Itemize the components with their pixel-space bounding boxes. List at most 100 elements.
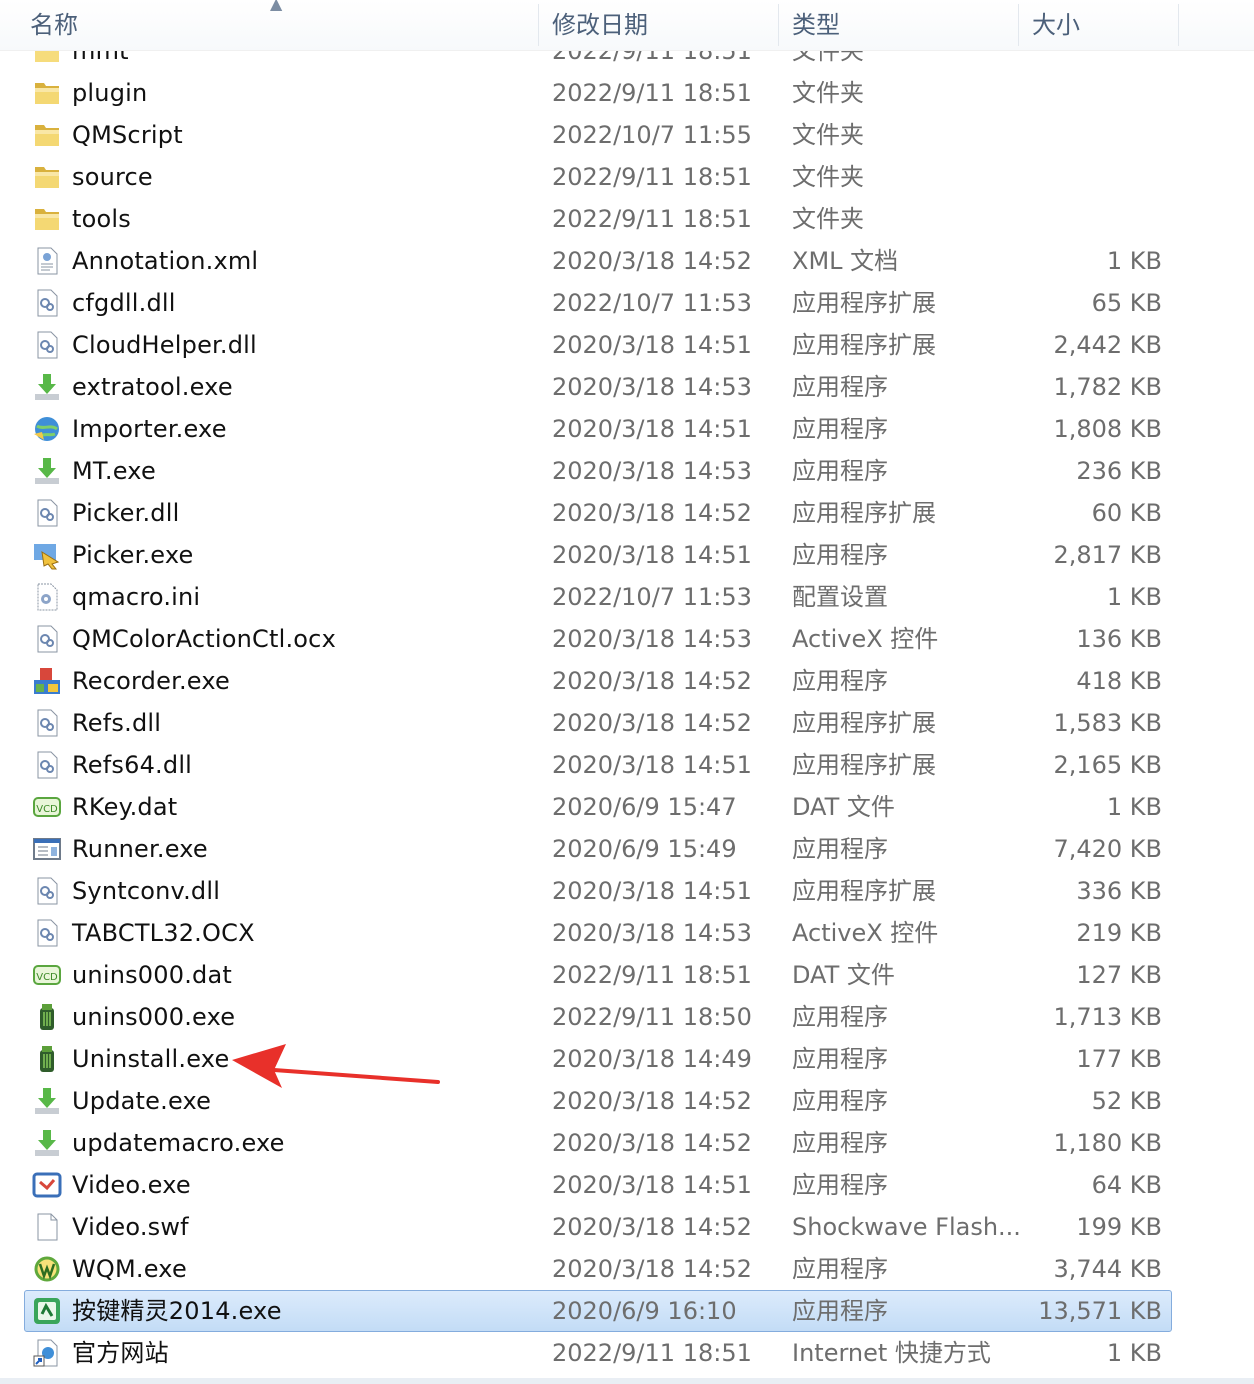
file-size: 1 KB — [1106, 247, 1162, 275]
file-name: Importer.exe — [72, 415, 227, 443]
dll-extension-icon — [32, 330, 62, 360]
file-size: 236 KB — [1076, 457, 1162, 485]
file-row[interactable]: Picker.exe 2020/3/18 14:51 应用程序 2,817 KB — [0, 534, 1254, 576]
file-row[interactable]: Importer.exe 2020/3/18 14:51 应用程序 1,808 KB — [0, 408, 1254, 450]
file-size: 2,442 KB — [1053, 331, 1162, 359]
file-row[interactable]: Refs64.dll 2020/3/18 14:51 应用程序扩展 2,165 KB — [0, 744, 1254, 786]
file-type: 应用程序 — [792, 667, 888, 695]
file-date: 2020/3/18 14:51 — [552, 331, 752, 359]
blank-file-icon — [32, 1212, 62, 1242]
file-date: 2020/3/18 14:49 — [552, 1045, 752, 1073]
file-name: MT.exe — [72, 457, 156, 485]
file-row[interactable]: qmacro.ini 2022/10/7 11:53 配置设置 1 KB — [0, 576, 1254, 618]
folder-icon — [32, 204, 62, 234]
file-row[interactable]: VCD unins000.dat 2022/9/11 18:51 DAT 文件 127 … — [0, 954, 1254, 996]
file-row[interactable]: TABCTL32.OCX 2020/3/18 14:53 ActiveX 控件 219… — [0, 912, 1254, 954]
file-row-selected[interactable]: 按键精灵2014.exe 2020/6/9 16:10 应用程序 13,571 KB — [0, 1290, 1254, 1332]
file-type: DAT 文件 — [792, 793, 895, 821]
file-row[interactable]: QMColorActionCtl.ocx 2020/3/18 14:53 Activ… — [0, 618, 1254, 660]
config-settings-icon — [32, 582, 62, 612]
file-row[interactable]: Refs.dll 2020/3/18 14:52 应用程序扩展 1,583 KB — [0, 702, 1254, 744]
file-name: CloudHelper.dll — [72, 331, 257, 359]
column-header-size[interactable]: 大小 — [1032, 0, 1080, 50]
file-date: 2020/3/18 14:52 — [552, 1213, 752, 1241]
column-divider[interactable] — [778, 4, 779, 46]
vcd-data-icon: VCD — [32, 960, 62, 990]
file-date: 2020/3/18 14:52 — [552, 499, 752, 527]
file-row[interactable]: Annotation.xml 2020/3/18 14:52 XML 文档 1 KB — [0, 240, 1254, 282]
file-type: 应用程序 — [792, 1045, 888, 1073]
file-size: 60 KB — [1091, 499, 1162, 527]
installer-download-icon — [32, 1086, 62, 1116]
file-row[interactable]: Recorder.exe 2020/3/18 14:52 应用程序 418 KB — [0, 660, 1254, 702]
file-row[interactable]: cfgdll.dll 2022/10/7 11:53 应用程序扩展 65 KB — [0, 282, 1254, 324]
file-row[interactable]: updatemacro.exe 2020/3/18 14:52 应用程序 1,180 … — [0, 1122, 1254, 1164]
file-type: 配置设置 — [792, 583, 888, 611]
file-size: 336 KB — [1076, 877, 1162, 905]
file-row[interactable]: Picker.dll 2020/3/18 14:52 应用程序扩展 60 KB — [0, 492, 1254, 534]
file-type: 应用程序 — [792, 1003, 888, 1031]
recorder-app-icon — [32, 666, 62, 696]
file-row[interactable]: Video.exe 2020/3/18 14:51 应用程序 64 KB — [0, 1164, 1254, 1206]
file-row[interactable]: VCD RKey.dat 2020/6/9 15:47 DAT 文件 1 KB — [0, 786, 1254, 828]
file-size: 1,713 KB — [1053, 1003, 1162, 1031]
file-size: 1 KB — [1106, 1339, 1162, 1367]
file-size: 7,420 KB — [1053, 835, 1162, 863]
file-date: 2020/3/18 14:52 — [552, 1255, 752, 1283]
file-type: 应用程序 — [792, 1129, 888, 1157]
file-type: 应用程序扩展 — [792, 331, 936, 359]
file-row[interactable]: Video.swf 2020/3/18 14:52 Shockwave Flash.… — [0, 1206, 1254, 1248]
uninstall-bin-icon — [32, 1044, 62, 1074]
file-type: Internet 快捷方式 — [792, 1339, 991, 1367]
file-row[interactable]: 官方网站 2022/9/11 18:51 Internet 快捷方式 1 KB — [0, 1332, 1254, 1374]
file-name: source — [72, 163, 153, 191]
file-date: 2020/6/9 15:47 — [552, 793, 737, 821]
file-name: QMScript — [72, 121, 183, 149]
file-type: 应用程序扩展 — [792, 709, 936, 737]
file-size: 1,782 KB — [1053, 373, 1162, 401]
file-row[interactable]: CloudHelper.dll 2020/3/18 14:51 应用程序扩展 2,44… — [0, 324, 1254, 366]
file-row[interactable]: Runner.exe 2020/6/9 15:49 应用程序 7,420 KB — [0, 828, 1254, 870]
file-date: 2020/3/18 14:51 — [552, 877, 752, 905]
file-row[interactable]: source 2022/9/11 18:51 文件夹 — [0, 156, 1254, 198]
file-row[interactable]: MT.exe 2020/3/18 14:53 应用程序 236 KB — [0, 450, 1254, 492]
file-row[interactable]: extratool.exe 2020/3/18 14:53 应用程序 1,782 KB — [0, 366, 1254, 408]
file-type: Shockwave Flash... — [792, 1213, 1021, 1241]
file-row[interactable]: unins000.exe 2022/9/11 18:50 应用程序 1,713 KB — [0, 996, 1254, 1038]
file-row[interactable]: tools 2022/9/11 18:51 文件夹 — [0, 198, 1254, 240]
file-size: 3,744 KB — [1053, 1255, 1162, 1283]
app-main-icon — [32, 1296, 62, 1326]
column-divider[interactable] — [1018, 4, 1019, 46]
file-date: 2020/3/18 14:53 — [552, 457, 752, 485]
file-name: 官方网站 — [72, 1339, 169, 1367]
column-divider[interactable] — [1178, 4, 1179, 46]
file-name: Refs64.dll — [72, 751, 193, 779]
installer-download-icon — [32, 1128, 62, 1158]
file-row[interactable]: plugin 2022/9/11 18:51 文件夹 — [0, 72, 1254, 114]
file-row[interactable]: WQM.exe 2020/3/18 14:52 应用程序 3,744 KB — [0, 1248, 1254, 1290]
file-row[interactable]: QMScript 2022/10/7 11:55 文件夹 — [0, 114, 1254, 156]
column-header-date[interactable]: 修改日期 — [552, 0, 648, 50]
file-date: 2022/9/11 18:51 — [552, 1339, 752, 1367]
file-size: 13,571 KB — [1038, 1297, 1162, 1325]
file-size: 1,583 KB — [1053, 709, 1162, 737]
sort-ascending-icon: ▲ — [270, 0, 283, 13]
column-header-name[interactable]: 名称 — [30, 0, 78, 50]
dll-extension-icon — [32, 918, 62, 948]
file-name: Picker.exe — [72, 541, 194, 569]
file-row[interactable]: Uninstall.exe 2020/3/18 14:49 应用程序 177 KB — [0, 1038, 1254, 1080]
file-date: 2022/10/7 11:53 — [552, 583, 752, 611]
column-divider[interactable] — [538, 4, 539, 46]
file-type: 应用程序扩展 — [792, 751, 936, 779]
red-arrow-annotation — [232, 1044, 440, 1088]
column-header-type[interactable]: 类型 — [792, 0, 840, 50]
file-name: Runner.exe — [72, 835, 208, 863]
file-row[interactable]: Syntconv.dll 2020/3/18 14:51 应用程序扩展 336 KB — [0, 870, 1254, 912]
file-row[interactable]: Update.exe 2020/3/18 14:52 应用程序 52 KB — [0, 1080, 1254, 1122]
dll-extension-icon — [32, 288, 62, 318]
window-app-icon — [32, 834, 62, 864]
file-name: WQM.exe — [72, 1255, 187, 1283]
file-size: 199 KB — [1076, 1213, 1162, 1241]
globe-importer-icon — [32, 414, 62, 444]
dll-extension-icon — [32, 876, 62, 906]
